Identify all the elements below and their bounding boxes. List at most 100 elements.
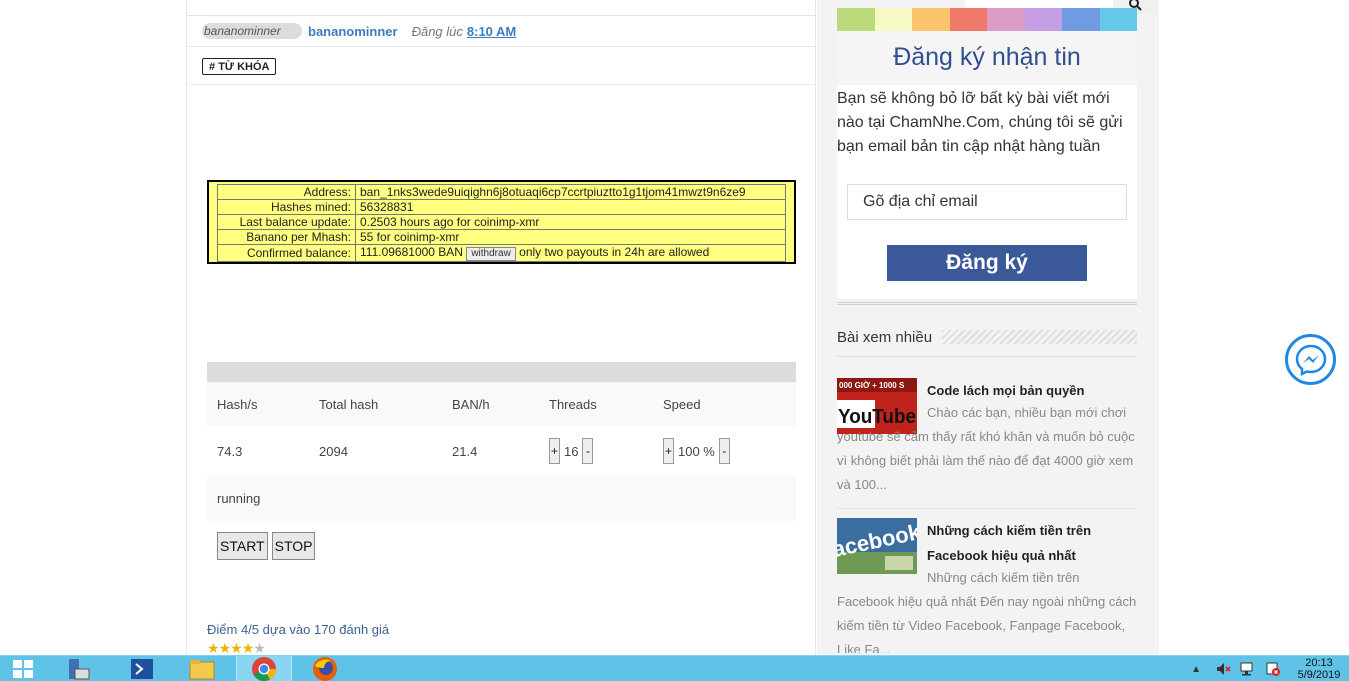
table-row: Banano per Mhash: 55 for coinimp-xmr — [217, 229, 786, 245]
clock-date: 5/9/2019 — [1297, 669, 1341, 681]
subscribe-button[interactable]: Đăng ký — [887, 245, 1087, 281]
divider — [187, 15, 816, 16]
action-center-alert-icon[interactable] — [1265, 661, 1281, 677]
total-hash-value: 2094 — [319, 443, 348, 459]
color-strip-segment — [949, 8, 987, 31]
star-icon[interactable]: ★ — [219, 640, 232, 656]
taskbar-file-explorer[interactable] — [180, 656, 224, 681]
miner-status-text: running — [217, 491, 261, 506]
confirmed-balance: 111.09681000 BAN — [360, 245, 463, 259]
speed-value: 100 % — [678, 443, 715, 459]
color-strip-segment — [1099, 8, 1137, 31]
firefox-icon — [313, 657, 337, 681]
withdraw-button[interactable]: withdraw — [466, 246, 516, 261]
info-label: Hashes mined: — [217, 199, 356, 215]
header-threads: Threads — [549, 396, 597, 412]
tags-label: TỪ KHÓA — [218, 60, 270, 73]
taskbar-server-manager[interactable] — [56, 656, 100, 681]
page-left-margin — [0, 0, 186, 655]
taskbar-firefox[interactable] — [300, 656, 350, 681]
taskbar-clock[interactable]: 20:13 5/9/2019 — [1289, 657, 1349, 681]
info-value: ban_1nks3wede9uiqighn6j8otuaqi6cp7ccrtpi… — [355, 184, 786, 200]
header-total-hash: Total hash — [319, 396, 379, 412]
speed-increase-button[interactable]: + — [663, 438, 674, 464]
author-link[interactable]: bananominner — [308, 24, 398, 39]
clock-time: 20:13 — [1305, 657, 1333, 669]
popular-posts-title: Bài xem nhiều — [837, 328, 933, 346]
newsletter-widget: Đăng ký nhận tin Bạn sẽ không bỏ lỡ bất … — [837, 31, 1137, 299]
info-label: Address: — [217, 184, 356, 200]
divider — [837, 508, 1137, 509]
hash-rate-value: 74.3 — [217, 443, 243, 459]
star-icon[interactable]: ★ — [230, 640, 243, 656]
threads-decrease-button[interactable]: - — [582, 438, 594, 464]
stop-button[interactable]: STOP — [271, 532, 316, 560]
info-value: 0.2503 hours ago for coinimp-xmr — [355, 214, 786, 230]
info-label: Last balance update: — [217, 214, 356, 230]
messenger-chat-button[interactable] — [1285, 334, 1336, 385]
taskbar-powershell[interactable] — [120, 656, 164, 681]
header-ban-per-hour: BAN/h — [452, 396, 490, 412]
color-strip-segment — [912, 8, 950, 31]
star-icon[interactable]: ★ — [242, 640, 255, 656]
threads-increase-button[interactable]: + — [549, 438, 560, 464]
taskbar-chrome[interactable] — [236, 656, 292, 681]
color-strip-segment — [1024, 8, 1062, 31]
color-strip-segment — [987, 8, 1025, 31]
network-icon[interactable] — [1239, 661, 1257, 677]
divider — [837, 302, 1137, 305]
miner-column-headers: Hash/s Total hash BAN/h Threads Speed — [207, 382, 796, 426]
divider — [837, 356, 1137, 357]
popular-posts-heading: Bài xem nhiều — [837, 327, 1137, 347]
post-meta: bananominner bananominner Đăng lúc 8:10 … — [202, 22, 516, 40]
server-manager-icon — [69, 659, 90, 680]
miner-status-row: running — [207, 476, 796, 521]
divider — [187, 46, 816, 47]
info-value: 111.09681000 BAN withdraw only two payou… — [355, 244, 786, 262]
color-strip-segment — [874, 8, 912, 31]
color-strip-segment — [1062, 8, 1100, 31]
page-right-margin — [1159, 0, 1349, 655]
newsletter-title: Đăng ký nhận tin — [893, 43, 1081, 71]
chrome-icon — [252, 657, 276, 681]
threads-stepper: + 16 - — [549, 426, 594, 476]
table-row: Address: ban_1nks3wede9uiqighn6j8otuaqi6… — [217, 184, 786, 200]
post-title-link[interactable]: Những cách kiếm tiền trên Facebook hiệu … — [927, 518, 1137, 568]
list-item[interactable]: acebook Những cách kiếm tiền trên Facebo… — [837, 518, 1137, 653]
threads-value: 16 — [564, 443, 579, 459]
rating-summary: Điểm 4/5 dựa vào 170 đánh giá — [207, 622, 390, 637]
newsletter-description: Bạn sẽ không bỏ lỡ bất kỳ bài viết mới n… — [837, 90, 1123, 155]
post-title-link[interactable]: Code lách mọi bản quyền — [927, 378, 1137, 403]
withdraw-note: only two payouts in 24h are allowed — [519, 245, 710, 259]
start-menu-button[interactable] — [6, 656, 40, 681]
powershell-icon — [131, 659, 153, 679]
post-time-link[interactable]: 8:10 AM — [467, 24, 516, 39]
miner-header-bar — [207, 362, 796, 382]
speed-stepper: + 100 % - — [663, 426, 730, 476]
system-tray: ▲ 20:13 5/9/2019 — [1191, 656, 1349, 681]
miner-stats-row: 74.3 2094 21.4 + 16 - + 100 % - — [207, 426, 796, 476]
miner-controls: START STOP — [217, 532, 316, 560]
table-row: Hashes mined: 56328831 — [217, 199, 786, 215]
speed-decrease-button[interactable]: - — [718, 438, 730, 464]
messenger-icon — [1295, 344, 1326, 376]
table-row: Last balance update: 0.2503 hours ago fo… — [217, 214, 786, 230]
star-icon[interactable]: ★ — [207, 640, 220, 656]
star-icon[interactable]: ★ — [253, 640, 266, 656]
list-item[interactable]: 000 GIỜ + 1000 S YouTube Code lách mọi b… — [837, 378, 1137, 498]
volume-muted-icon[interactable] — [1215, 661, 1231, 677]
tags-badge[interactable]: # TỪ KHÓA — [202, 58, 277, 75]
header-hash-rate: Hash/s — [217, 396, 258, 412]
start-button[interactable]: START — [217, 532, 268, 560]
author-avatar[interactable]: bananominner — [202, 23, 302, 39]
rating-stars[interactable]: ★★★★★ — [207, 640, 266, 656]
email-field[interactable] — [847, 184, 1127, 220]
info-label: Banano per Mhash: — [217, 229, 356, 245]
heading-decoration — [942, 330, 1137, 344]
table-row: Confirmed balance: 111.09681000 BAN with… — [217, 244, 786, 262]
svg-text:000 GIỜ + 1000 S: 000 GIỜ + 1000 S — [839, 381, 905, 390]
info-value: 56328831 — [355, 199, 786, 215]
info-value: 55 for coinimp-xmr — [355, 229, 786, 245]
banano-info-panel: Address: ban_1nks3wede9uiqighn6j8otuaqi6… — [207, 180, 796, 264]
show-hidden-icons-icon[interactable]: ▲ — [1191, 664, 1201, 675]
